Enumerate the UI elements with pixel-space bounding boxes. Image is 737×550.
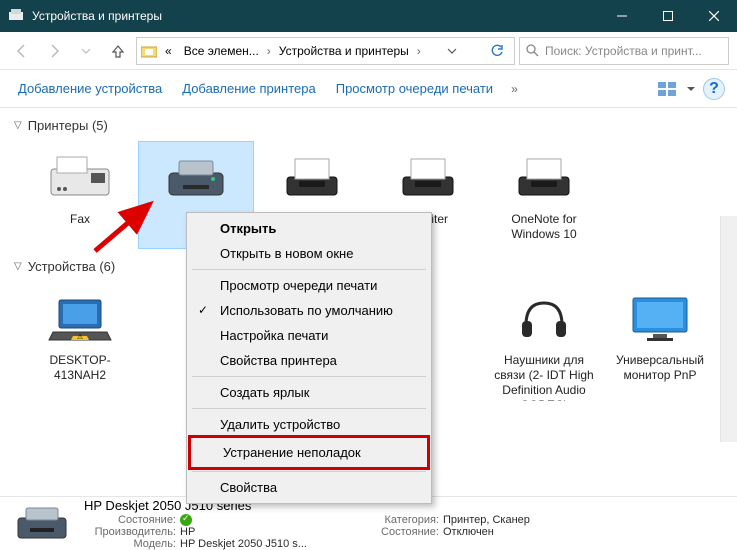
device-label: DESKTOP-413NAH2 <box>27 353 133 383</box>
view-options-button[interactable] <box>655 77 679 101</box>
printer-icon <box>388 148 468 206</box>
menu-open[interactable]: Открыть <box>190 216 428 241</box>
recent-dropdown[interactable] <box>72 37 100 65</box>
menu-remove-device[interactable]: Удалить устройство <box>190 412 428 437</box>
address-bar[interactable]: « Все элемен... › Устройства и принтеры … <box>136 37 515 65</box>
device-onenote[interactable]: OneNote for Windows 10 <box>486 141 602 249</box>
menu-printer-props[interactable]: Свойства принтера <box>190 348 428 373</box>
add-printer-link[interactable]: Добавление принтера <box>176 77 321 100</box>
state-label: Состояние: <box>84 514 176 526</box>
menu-troubleshoot[interactable]: Устранение неполадок <box>193 440 425 465</box>
status-ok-icon <box>180 514 192 526</box>
device-desktop[interactable]: ⚠ DESKTOP-413NAH2 <box>22 282 138 408</box>
forward-button[interactable] <box>40 37 68 65</box>
chevron-right-icon[interactable]: › <box>417 44 421 58</box>
breadcrumb-seg2[interactable]: Устройства и принтеры <box>275 44 413 58</box>
menu-separator <box>192 408 426 409</box>
menu-print-prefs[interactable]: Настройка печати <box>190 323 428 348</box>
device-label: OneNote for Windows 10 <box>491 212 597 242</box>
close-button[interactable] <box>691 0 737 32</box>
device-headphones[interactable]: Наушники для связи (2- IDT High Definiti… <box>486 282 602 408</box>
breadcrumb-seg1[interactable]: Все элемен... <box>180 44 263 58</box>
device-label: Универсальный монитор PnP <box>607 353 713 383</box>
up-button[interactable] <box>104 37 132 65</box>
manufacturer-value: HP <box>180 526 195 538</box>
monitor-icon <box>620 289 700 347</box>
printer-icon <box>504 148 584 206</box>
menu-open-new-window[interactable]: Открыть в новом окне <box>190 241 428 266</box>
menu-properties[interactable]: Свойства <box>190 475 428 500</box>
titlebar: Устройства и принтеры <box>0 0 737 32</box>
device-monitor[interactable]: Универсальный монитор PnP <box>602 282 718 408</box>
group-title: Принтеры <box>28 118 89 133</box>
breadcrumb-prefix: « <box>161 44 176 58</box>
toolbar-overflow[interactable]: » <box>507 82 522 96</box>
maximize-button[interactable] <box>645 0 691 32</box>
context-menu: Открыть Открыть в новом окне Просмотр оч… <box>186 212 432 504</box>
group-count: (6) <box>99 259 115 274</box>
manufacturer-label: Производитель: <box>84 526 176 538</box>
model-value: HP Deskjet 2050 J510 s... <box>180 538 307 550</box>
chevron-down-icon: ▽ <box>14 261 22 272</box>
address-dropdown[interactable] <box>441 46 463 56</box>
details-pane: HP Deskjet 2050 J510 series Состояние: П… <box>0 496 737 550</box>
group-title: Устройства <box>28 259 96 274</box>
view-dropdown[interactable] <box>687 85 695 93</box>
chevron-right-icon[interactable]: › <box>267 44 271 58</box>
category-label: Категория: <box>347 514 439 526</box>
minimize-button[interactable] <box>599 0 645 32</box>
device-label: Fax <box>27 212 133 227</box>
menu-separator <box>192 471 426 472</box>
refresh-button[interactable] <box>484 44 510 58</box>
status-value: Отключен <box>443 526 494 538</box>
menu-create-shortcut[interactable]: Создать ярлык <box>190 380 428 405</box>
search-icon <box>526 44 539 57</box>
chevron-down-icon: ▽ <box>14 120 22 131</box>
printer-icon <box>156 148 236 206</box>
status-label: Состояние: <box>347 526 439 538</box>
fax-icon <box>40 148 120 206</box>
printer-icon <box>272 148 352 206</box>
svg-text:⚠: ⚠ <box>77 333 83 341</box>
app-icon <box>8 8 24 24</box>
vertical-scrollbar[interactable] <box>720 216 737 442</box>
state-value <box>180 514 192 526</box>
search-input[interactable]: Поиск: Устройства и принт... <box>519 37 729 65</box>
menu-use-default[interactable]: ✓Использовать по умолчанию <box>190 298 428 323</box>
menu-view-queue[interactable]: Просмотр очереди печати <box>190 273 428 298</box>
menu-separator <box>192 269 426 270</box>
annotation-highlight: Устранение неполадок <box>188 435 430 470</box>
group-count: (5) <box>92 118 108 133</box>
group-header-printers[interactable]: ▽ Принтеры (5) <box>14 114 723 137</box>
nav-row: « Все элемен... › Устройства и принтеры … <box>0 32 737 70</box>
help-button[interactable]: ? <box>703 78 725 100</box>
menu-separator <box>192 376 426 377</box>
check-icon: ✓ <box>198 303 208 317</box>
command-toolbar: Добавление устройства Добавление принтер… <box>0 70 737 108</box>
back-button[interactable] <box>8 37 36 65</box>
category-value: Принтер, Сканер <box>443 514 530 526</box>
model-label: Модель: <box>84 538 176 550</box>
search-placeholder: Поиск: Устройства и принт... <box>545 44 702 58</box>
folder-icon <box>141 44 157 58</box>
device-fax[interactable]: Fax <box>22 141 138 249</box>
headphones-icon <box>504 289 584 347</box>
laptop-icon: ⚠ <box>40 289 120 347</box>
window-title: Устройства и принтеры <box>32 9 599 23</box>
device-label: Наушники для связи (2- IDT High Definiti… <box>491 353 597 401</box>
add-device-link[interactable]: Добавление устройства <box>12 77 168 100</box>
view-queue-link[interactable]: Просмотр очереди печати <box>330 77 499 100</box>
details-thumb-icon <box>10 502 74 546</box>
